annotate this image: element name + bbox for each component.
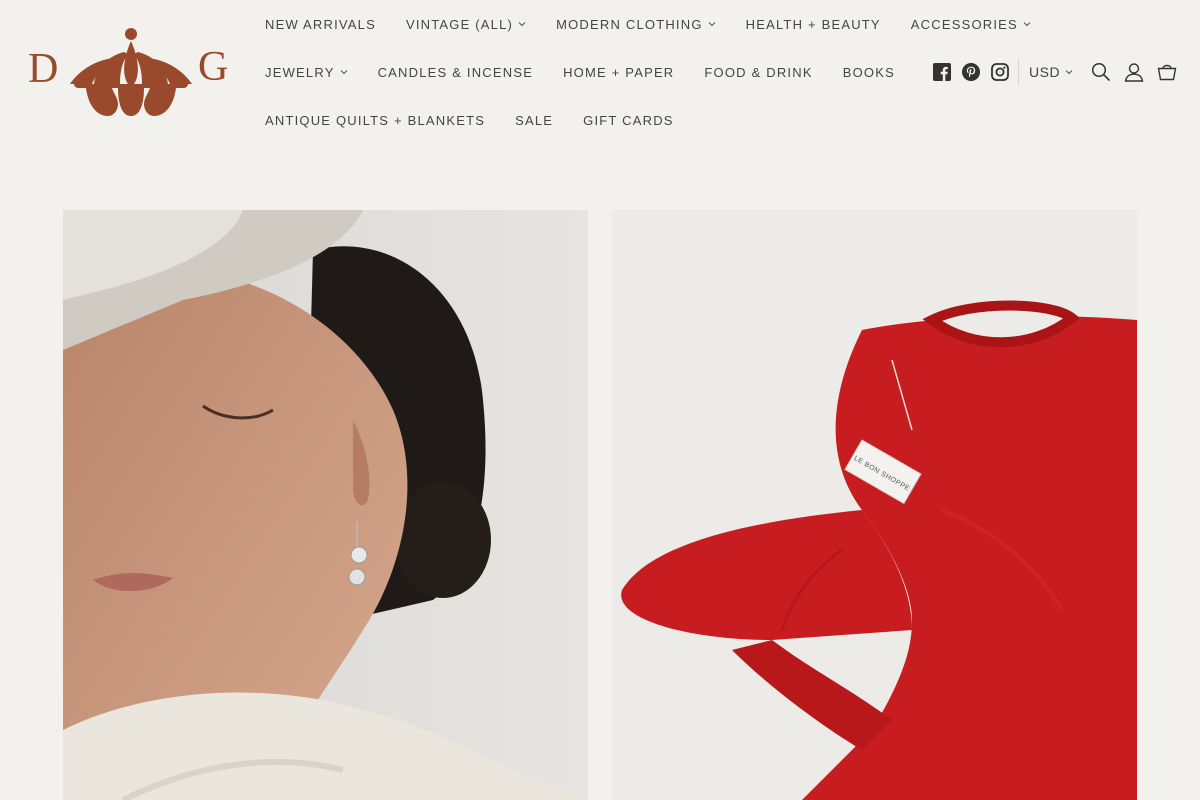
header-utilities: USD xyxy=(932,58,1177,86)
nav-item-label: ANTIQUE QUILTS + BLANKETS xyxy=(265,112,486,128)
nav-item-new-arrivals[interactable]: NEW ARRIVALS xyxy=(265,17,376,32)
store-logo[interactable]: D G xyxy=(28,24,234,120)
nav-item-gift-cards[interactable]: GIFT CARDS xyxy=(583,113,674,128)
nav-item-label: HEALTH + BEAUTY xyxy=(745,16,881,32)
currency-label: USD xyxy=(1029,64,1061,80)
nav-item-accessories[interactable]: ACCESSORIES xyxy=(911,17,1031,32)
nav-item-label: MODERN CLOTHING xyxy=(556,16,703,32)
chevron-down-icon xyxy=(340,70,347,75)
chevron-down-icon xyxy=(708,22,715,27)
nav-item-modern-clothing[interactable]: MODERN CLOTHING xyxy=(556,17,716,32)
header-divider xyxy=(1018,59,1019,85)
nav-item-antique-quilts-blankets[interactable]: ANTIQUE QUILTS + BLANKETS xyxy=(265,113,485,128)
nav-row-2: JEWELRY CANDLES & INCENSE HOME + PAPER F… xyxy=(265,48,925,96)
red-sweater-image: LE BON SHOPPE xyxy=(612,210,1137,800)
nav-item-food-drink[interactable]: FOOD & DRINK xyxy=(704,65,812,80)
nav-item-vintage-all[interactable]: VINTAGE (ALL) xyxy=(406,17,526,32)
chevron-down-icon xyxy=(518,22,526,27)
facebook-icon[interactable] xyxy=(932,62,952,82)
portrait-image xyxy=(63,210,588,800)
nav-row-3: ANTIQUE QUILTS + BLANKETS SALE GIFT CARD… xyxy=(265,96,704,144)
chevron-down-icon xyxy=(1023,22,1031,27)
nav-item-label: ACCESSORIES xyxy=(910,16,1018,32)
pinterest-icon[interactable] xyxy=(961,62,981,82)
instagram-icon[interactable] xyxy=(990,62,1010,82)
logo-letter-d: D xyxy=(28,46,58,92)
cart-icon[interactable] xyxy=(1157,62,1177,82)
nav-item-label: HOME + PAPER xyxy=(563,64,675,80)
nav-item-label: VINTAGE (ALL) xyxy=(405,16,514,32)
nav-item-jewelry[interactable]: JEWELRY xyxy=(265,65,348,80)
logo-flower-icon xyxy=(70,28,192,116)
nav-item-label: GIFT CARDS xyxy=(583,112,674,128)
hero-tile-portrait[interactable] xyxy=(63,210,588,800)
nav-item-books[interactable]: BOOKS xyxy=(843,65,895,80)
nav-item-sale[interactable]: SALE xyxy=(515,113,553,128)
nav-item-label: CANDLES & INCENSE xyxy=(377,64,534,80)
nav-item-label: JEWELRY xyxy=(265,64,335,80)
search-icon[interactable] xyxy=(1091,62,1111,82)
nav-item-label: NEW ARRIVALS xyxy=(265,16,376,32)
nav-row-1: NEW ARRIVALS VINTAGE (ALL) MODERN CLOTHI… xyxy=(265,0,1061,48)
logo-letter-g: G xyxy=(198,44,228,90)
account-icon[interactable] xyxy=(1124,62,1144,82)
nav-item-label: BOOKS xyxy=(842,64,895,80)
chevron-down-icon xyxy=(1065,70,1073,75)
nav-item-home-paper[interactable]: HOME + PAPER xyxy=(563,65,674,80)
nav-item-candles-incense[interactable]: CANDLES & INCENSE xyxy=(378,65,534,80)
nav-item-health-beauty[interactable]: HEALTH + BEAUTY xyxy=(746,17,881,32)
currency-selector[interactable]: USD xyxy=(1029,64,1073,80)
hero-tile-red-sweater[interactable]: LE BON SHOPPE xyxy=(612,210,1137,800)
hero-gallery: LE BON SHOPPE xyxy=(63,210,1137,800)
nav-item-label: FOOD & DRINK xyxy=(704,64,813,80)
nav-item-label: SALE xyxy=(515,112,554,128)
